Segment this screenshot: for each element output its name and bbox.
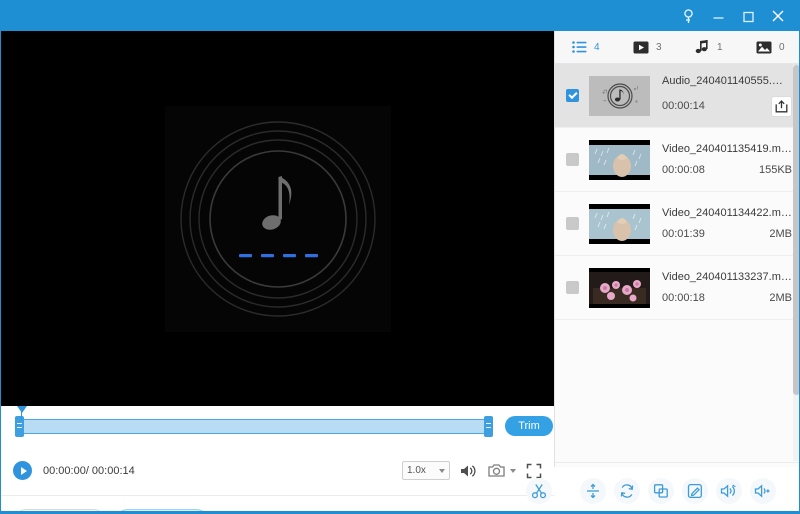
snapshot-camera-icon[interactable] <box>488 463 506 478</box>
timeline-track-wrapper[interactable] <box>15 406 493 437</box>
audio-visualizer <box>164 105 391 332</box>
cut-tool-button[interactable] <box>526 478 552 504</box>
tab-image[interactable]: 0 <box>740 31 800 64</box>
file-meta-row: 00:01:39 2MB <box>662 228 792 240</box>
file-size: 2MB <box>769 292 792 304</box>
convert-tool-button[interactable] <box>613 478 640 504</box>
file-sidebar: 4 3 1 0 Audio_240401140555.mp3 00:00:14 … <box>554 31 800 513</box>
file-size: 155KB <box>758 164 792 176</box>
file-size: 2MB <box>769 228 792 240</box>
file-list[interactable]: Audio_240401140555.mp3 00:00:14 Video_24… <box>555 64 799 462</box>
file-thumbnail <box>589 139 650 180</box>
scrollbar-thumb[interactable] <box>793 65 799 395</box>
title-bar <box>1 1 799 31</box>
file-list-item[interactable]: Video_240401135419.mp4 00:00:08 155KB <box>555 128 799 192</box>
tab-audio[interactable]: 1 <box>678 31 740 64</box>
video-icon <box>633 41 649 54</box>
file-duration: 00:01:39 <box>662 228 705 240</box>
playhead-marker[interactable] <box>17 406 27 413</box>
file-list-scrollbar[interactable] <box>793 65 799 461</box>
snapshot-chevron-down-icon[interactable] <box>510 468 516 473</box>
file-name: Video_240401134422.mp4 <box>662 207 792 219</box>
trim-handle-left[interactable] <box>15 416 24 437</box>
timeline-row: Trim <box>1 406 554 446</box>
time-display: 00:00:00/ 00:00:14 <box>43 464 135 477</box>
close-icon[interactable] <box>763 1 793 31</box>
trim-handle-right[interactable] <box>484 416 493 437</box>
video-preview[interactable] <box>1 31 554 406</box>
file-checkbox[interactable] <box>566 217 579 230</box>
file-thumbnail <box>589 203 650 244</box>
play-button[interactable] <box>13 461 32 480</box>
playback-speed-select[interactable]: 1.0x <box>402 461 450 480</box>
merge-tool-button[interactable] <box>647 478 674 504</box>
file-meta: Video_240401133237.mp4 00:00:18 2MB <box>662 271 799 304</box>
file-name: Video_240401135419.mp4 <box>662 143 792 155</box>
file-meta: Audio_240401140555.mp3 00:00:14 <box>662 74 799 117</box>
file-thumbnail <box>589 267 650 308</box>
volume-icon[interactable] <box>460 463 478 479</box>
share-icon[interactable] <box>771 95 792 117</box>
bottom-accent-bar <box>1 511 799 513</box>
music-note-icon <box>261 175 291 230</box>
list-icon <box>572 41 587 53</box>
file-list-item[interactable]: Video_240401133237.mp4 00:00:18 2MB <box>555 256 799 320</box>
tab-all-count: 4 <box>593 41 600 53</box>
timeline-track[interactable] <box>15 419 493 434</box>
music-icon <box>695 40 710 54</box>
file-meta-row: 00:00:18 2MB <box>662 292 792 304</box>
tab-video-count: 3 <box>655 41 662 53</box>
file-meta: Video_240401134422.mp4 00:01:39 2MB <box>662 207 799 240</box>
playhead-line <box>21 412 22 420</box>
playback-controls: 00:00:00/ 00:00:14 1.0x <box>1 446 554 496</box>
volume-up-tool-button[interactable] <box>749 478 776 504</box>
file-checkbox[interactable] <box>566 89 579 102</box>
maximize-icon[interactable] <box>733 1 763 31</box>
app-window: Trim 00:00:00/ 00:00:14 1.0x 4 3 1 0 Aud… <box>0 0 800 514</box>
minimize-icon[interactable] <box>703 1 733 31</box>
playback-speed-value: 1.0x <box>407 465 426 476</box>
file-list-item[interactable]: Video_240401134422.mp4 00:01:39 2MB <box>555 192 799 256</box>
split-tool-button[interactable] <box>579 478 606 504</box>
trim-button[interactable]: Trim <box>505 416 553 436</box>
file-meta-row: 00:00:14 <box>662 95 792 117</box>
tab-image-count: 0 <box>778 41 785 53</box>
editing-toolbar <box>526 467 799 513</box>
playback-right-controls: 1.0x <box>402 461 542 480</box>
file-duration: 00:00:08 <box>662 164 705 176</box>
file-name: Video_240401133237.mp4 <box>662 271 792 283</box>
tab-all[interactable]: 4 <box>555 31 617 64</box>
volume-down-tool-button[interactable] <box>715 478 742 504</box>
audio-level-dashes <box>238 253 318 257</box>
file-checkbox[interactable] <box>566 281 579 294</box>
media-type-tabs: 4 3 1 0 <box>555 31 800 64</box>
file-thumbnail <box>589 75 650 116</box>
image-icon <box>756 41 772 54</box>
tab-audio-count: 1 <box>716 41 723 53</box>
preview-pane: Trim 00:00:00/ 00:00:14 1.0x <box>1 31 554 513</box>
file-checkbox[interactable] <box>566 153 579 166</box>
edit-tool-button[interactable] <box>681 478 708 504</box>
fullscreen-icon[interactable] <box>526 463 542 479</box>
tab-video[interactable]: 3 <box>617 31 679 64</box>
file-list-item[interactable]: Audio_240401140555.mp3 00:00:14 <box>555 64 799 128</box>
file-meta-row: 00:00:08 155KB <box>662 164 792 176</box>
file-name: Audio_240401140555.mp3 <box>662 74 792 87</box>
help-key-icon[interactable] <box>673 1 703 31</box>
file-meta: Video_240401135419.mp4 00:00:08 155KB <box>662 143 799 176</box>
file-duration: 00:00:14 <box>662 100 705 112</box>
file-duration: 00:00:18 <box>662 292 705 304</box>
chevron-down-icon <box>439 468 445 473</box>
